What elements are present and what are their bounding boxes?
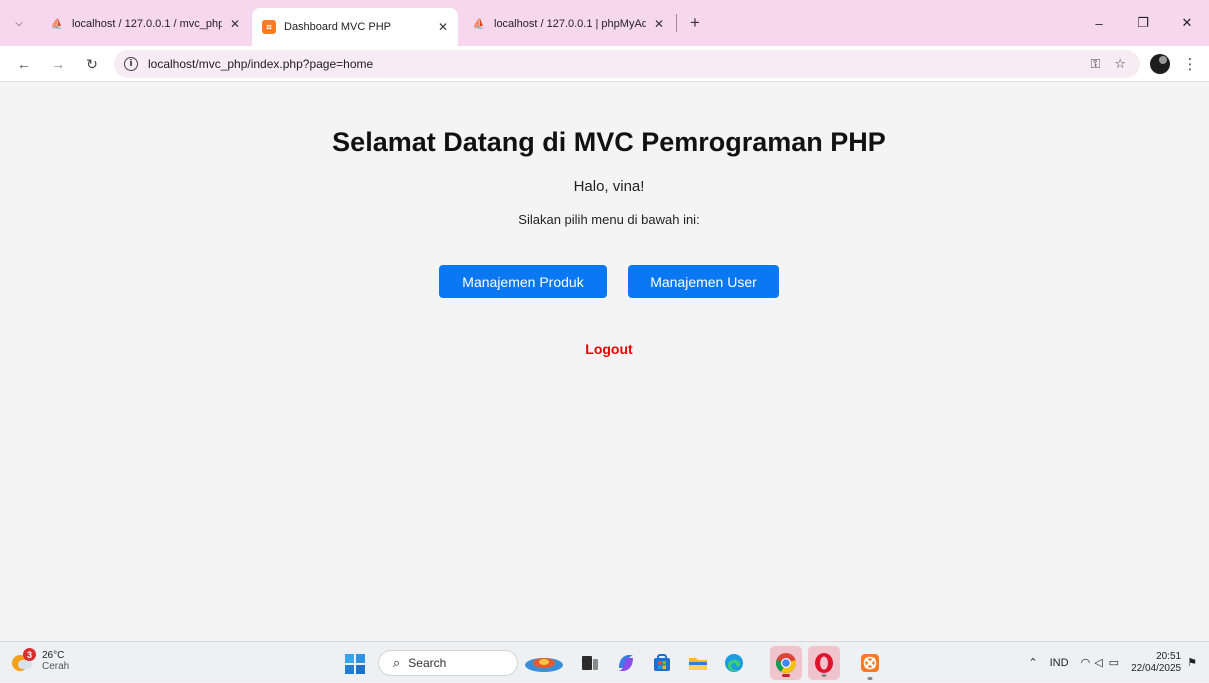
language-indicator[interactable]: IND xyxy=(1050,657,1069,669)
weather-widget[interactable]: 3 26°C Cerah xyxy=(10,648,69,672)
clock-time: 20:51 xyxy=(1156,650,1182,662)
copilot-icon[interactable] xyxy=(614,651,638,675)
address-bar[interactable]: i localhost/mvc_php/index.php?page=home … xyxy=(114,50,1140,78)
reload-icon[interactable]: ↻ xyxy=(80,52,104,76)
tab-dashboard[interactable]: ⌗ Dashboard MVC PHP ✕ xyxy=(252,8,458,46)
logout-link[interactable]: Logout xyxy=(0,341,1209,357)
running-indicator xyxy=(867,677,873,680)
window-close-icon[interactable]: ✕ xyxy=(1165,0,1209,46)
clock[interactable]: 20:51 22/04/2025 xyxy=(1131,651,1181,675)
restore-icon[interactable]: ❐ xyxy=(1121,0,1165,46)
weather-temp: 26°C xyxy=(42,650,65,661)
back-arrow-icon[interactable]: ← xyxy=(12,52,36,76)
copilot-landscape-icon[interactable] xyxy=(524,653,564,677)
phpmyadmin-icon: ⛵ xyxy=(50,18,64,30)
greeting-text: Halo, vina! xyxy=(573,178,645,195)
xampp-icon: ⌗ xyxy=(262,20,276,34)
tab-search-chevron-icon[interactable]: ⌵ xyxy=(8,12,30,34)
window-controls: – ❐ ✕ xyxy=(1077,0,1209,46)
url-text[interactable]: localhost/mvc_php/index.php?page=home xyxy=(148,57,373,71)
browser-toolbar: ← → ↻ i localhost/mvc_php/index.php?page… xyxy=(0,46,1209,82)
manajemen-user-button[interactable]: Manajemen User xyxy=(628,265,779,298)
bookmark-star-icon[interactable]: ☆ xyxy=(1114,56,1126,72)
tab-title: Dashboard MVC PHP xyxy=(284,21,391,33)
tab-phpmyadmin-mvc[interactable]: ⛵ localhost / 127.0.0.1 / mvc_php ✕ xyxy=(40,8,250,40)
tab-title: localhost / 127.0.0.1 | phpMyAd xyxy=(494,18,646,30)
opera-taskbar-button[interactable] xyxy=(808,646,840,680)
system-tray: ⌃ IND ◠ ◁ ▭ 20:51 22/04/2025 ⚑ xyxy=(1016,642,1197,683)
tab-title: localhost / 127.0.0.1 / mvc_php xyxy=(72,18,222,30)
wifi-icon[interactable]: ◠ xyxy=(1081,656,1091,669)
opera-icon xyxy=(815,653,833,673)
chrome-icon xyxy=(776,653,796,674)
task-view-icon[interactable] xyxy=(578,651,602,675)
edge-browser-icon[interactable] xyxy=(722,651,746,675)
profile-avatar[interactable] xyxy=(1150,54,1170,74)
close-icon[interactable]: ✕ xyxy=(430,20,448,34)
microsoft-store-icon[interactable] xyxy=(650,651,674,675)
running-indicator xyxy=(782,674,790,677)
page-body: Selamat Datang di MVC Pemrograman PHP Ha… xyxy=(0,83,1209,641)
windows-taskbar: 3 26°C Cerah ⌕ Search ⌃ IND ◠ ◁ ▭ 20:51 … xyxy=(0,641,1209,682)
manajemen-produk-button[interactable]: Manajemen Produk xyxy=(439,265,607,298)
chevron-up-icon[interactable]: ⌃ xyxy=(1028,656,1037,669)
tab-phpmyadmin[interactable]: ⛵ localhost / 127.0.0.1 | phpMyAd ✕ xyxy=(462,8,674,40)
chrome-taskbar-button[interactable] xyxy=(770,646,802,680)
file-explorer-icon[interactable] xyxy=(686,651,710,675)
running-indicator xyxy=(821,674,827,677)
address-bar-actions: ⚿ ☆ xyxy=(1090,50,1126,78)
clock-date: 22/04/2025 xyxy=(1131,662,1182,674)
weather-condition: Cerah xyxy=(42,661,70,672)
close-icon[interactable]: ✕ xyxy=(222,17,240,31)
battery-icon[interactable]: ▭ xyxy=(1109,656,1119,669)
weather-sun-cloud-icon: 3 xyxy=(10,648,36,671)
close-icon[interactable]: ✕ xyxy=(646,17,664,31)
minimize-icon[interactable]: – xyxy=(1077,0,1121,46)
volume-icon[interactable]: ◁ xyxy=(1094,656,1102,669)
tab-separator xyxy=(676,14,677,32)
windows-start-icon[interactable] xyxy=(345,654,365,674)
taskbar-search[interactable]: ⌕ Search xyxy=(378,650,518,676)
instruction-text: Silakan pilih menu di bawah ini: xyxy=(518,212,700,227)
notification-bell-icon[interactable]: ⚑ xyxy=(1187,656,1197,669)
xampp-taskbar-icon[interactable] xyxy=(858,651,882,680)
site-info-icon[interactable]: i xyxy=(124,57,138,71)
search-icon: ⌕ xyxy=(393,655,401,671)
password-key-icon[interactable]: ⚿ xyxy=(1090,56,1100,72)
search-placeholder: Search xyxy=(408,656,447,670)
browser-tab-strip: ⌵ ⛵ localhost / 127.0.0.1 / mvc_php ✕ ⌗ … xyxy=(0,0,1209,46)
weather-text: 26°C Cerah xyxy=(42,650,69,672)
page-title: Selamat Datang di MVC Pemrograman PHP xyxy=(332,127,886,157)
forward-arrow-icon[interactable]: → xyxy=(46,52,70,76)
menu-kebab-icon[interactable]: ⋮ xyxy=(1180,52,1200,76)
new-tab-button[interactable]: + xyxy=(684,12,706,34)
phpmyadmin-icon: ⛵ xyxy=(472,18,486,30)
notification-badge: 3 xyxy=(23,648,36,661)
